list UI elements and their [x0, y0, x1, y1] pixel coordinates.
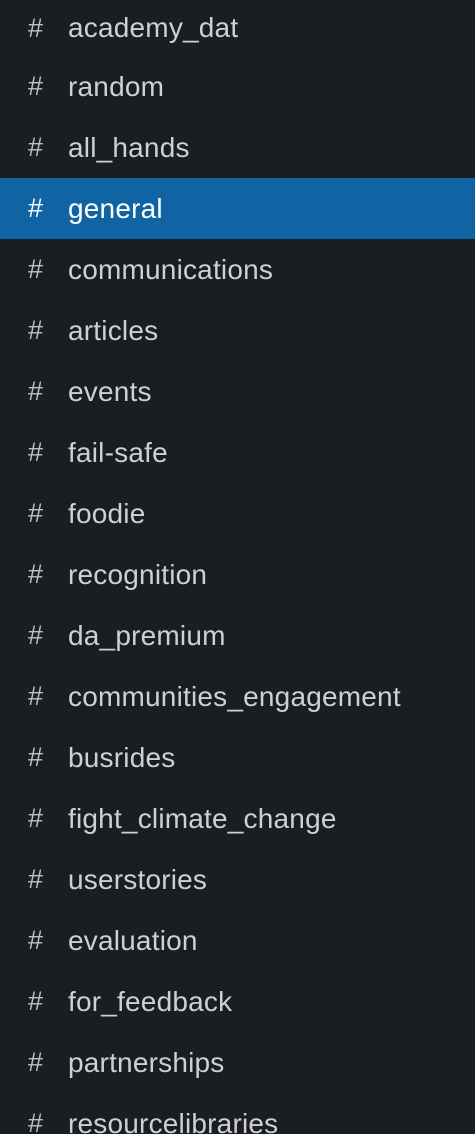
channel-name: all_hands: [68, 131, 190, 163]
channel-item-articles[interactable]: # articles: [0, 300, 475, 361]
channel-name: communities_engagement: [68, 680, 401, 712]
channel-name: evaluation: [68, 924, 198, 956]
channel-item-academy-dat[interactable]: # academy_dat: [0, 0, 475, 56]
channel-name: events: [68, 375, 152, 407]
hash-icon: #: [28, 681, 44, 711]
channel-item-all-hands[interactable]: # all_hands: [0, 117, 475, 178]
channel-item-resourcelibraries[interactable]: # resourcelibraries: [0, 1093, 475, 1134]
hash-icon: #: [28, 864, 44, 894]
channel-sidebar: # academy_dat # random # all_hands # gen…: [0, 0, 475, 1134]
hash-icon: #: [28, 376, 44, 406]
channel-name: fight_climate_change: [68, 802, 337, 834]
channel-name: random: [68, 70, 165, 102]
channel-name: communications: [68, 253, 274, 285]
channel-name: resourcelibraries: [68, 1107, 279, 1134]
hash-icon: #: [28, 1047, 44, 1077]
hash-icon: #: [28, 193, 44, 223]
hash-icon: #: [28, 12, 44, 43]
hash-icon: #: [28, 1108, 44, 1134]
channel-name: userstories: [68, 863, 208, 895]
channel-name: da_premium: [68, 619, 226, 651]
channel-name: fail-safe: [68, 436, 168, 468]
channel-item-general[interactable]: # general: [0, 178, 475, 239]
channel-name: academy_dat: [68, 12, 239, 43]
hash-icon: #: [28, 803, 44, 833]
channel-item-busrides[interactable]: # busrides: [0, 727, 475, 788]
channel-name: for_feedback: [68, 985, 233, 1017]
hash-icon: #: [28, 315, 44, 345]
channel-item-evaluation[interactable]: # evaluation: [0, 910, 475, 971]
hash-icon: #: [28, 498, 44, 528]
channel-name: recognition: [68, 558, 208, 590]
channel-name: busrides: [68, 741, 176, 773]
hash-icon: #: [28, 620, 44, 650]
hash-icon: #: [28, 71, 44, 101]
channel-item-communities-engagement[interactable]: # communities_engagement: [0, 666, 475, 727]
hash-icon: #: [28, 925, 44, 955]
channel-name: foodie: [68, 497, 146, 529]
hash-icon: #: [28, 437, 44, 467]
hash-icon: #: [28, 742, 44, 772]
channel-item-fight-climate-change[interactable]: # fight_climate_change: [0, 788, 475, 849]
channel-name: partnerships: [68, 1046, 225, 1078]
channel-item-da-premium[interactable]: # da_premium: [0, 605, 475, 666]
channel-item-recognition[interactable]: # recognition: [0, 544, 475, 605]
channel-item-foodie[interactable]: # foodie: [0, 483, 475, 544]
channel-item-communications[interactable]: # communications: [0, 239, 475, 300]
channel-list: # academy_dat # random # all_hands # gen…: [0, 0, 475, 1134]
channel-item-partnerships[interactable]: # partnerships: [0, 1032, 475, 1093]
hash-icon: #: [28, 132, 44, 162]
channel-name: general: [68, 192, 163, 224]
channel-item-random[interactable]: # random: [0, 56, 475, 117]
hash-icon: #: [28, 986, 44, 1016]
hash-icon: #: [28, 559, 44, 589]
channel-item-fail-safe[interactable]: # fail-safe: [0, 422, 475, 483]
channel-item-events[interactable]: # events: [0, 361, 475, 422]
hash-icon: #: [28, 254, 44, 284]
channel-item-userstories[interactable]: # userstories: [0, 849, 475, 910]
channel-name: articles: [68, 314, 159, 346]
channel-item-for-feedback[interactable]: # for_feedback: [0, 971, 475, 1032]
